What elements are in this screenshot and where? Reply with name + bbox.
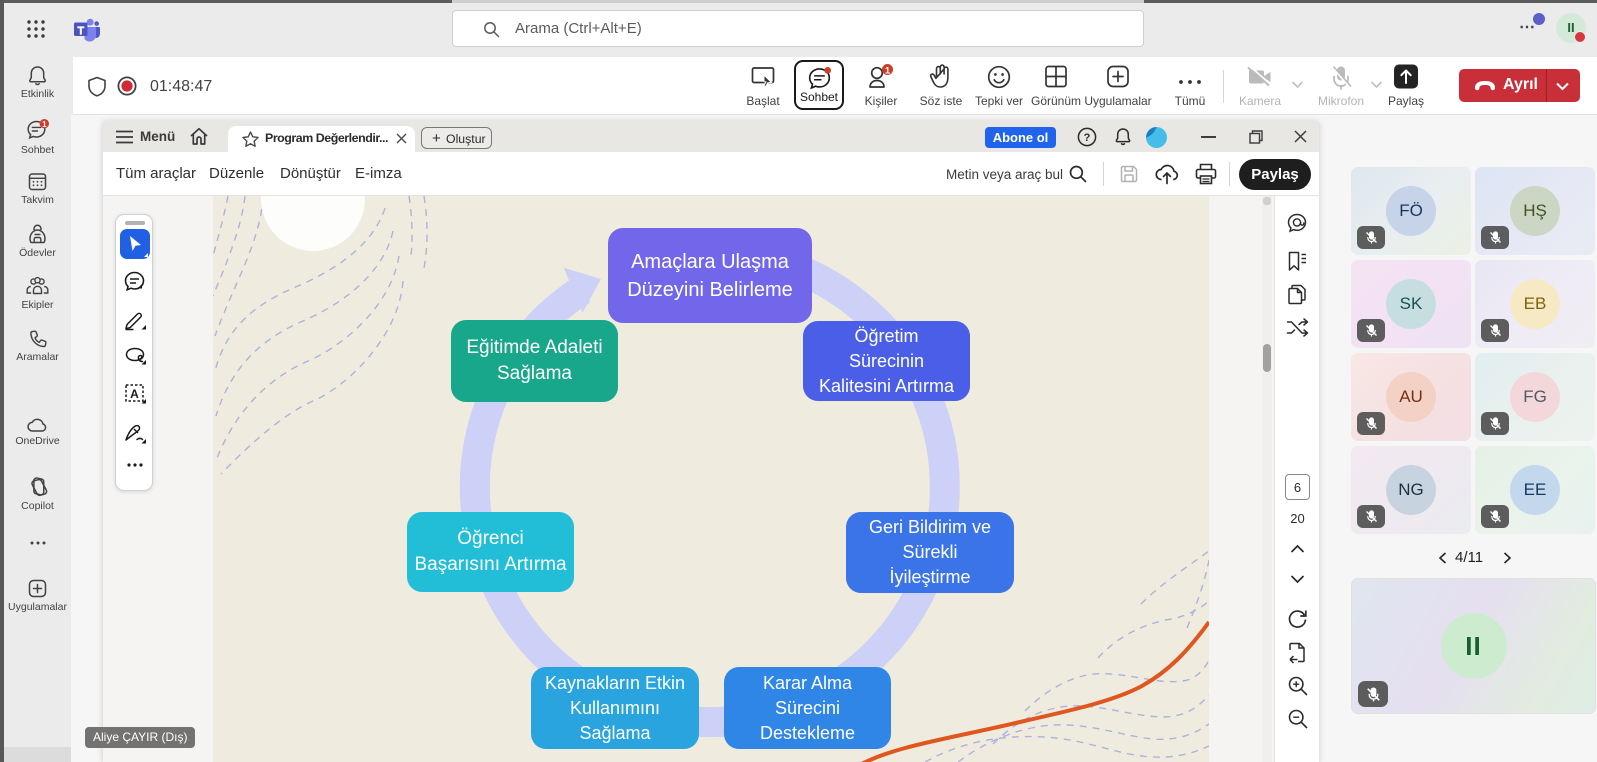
svg-text:A: A	[130, 387, 139, 401]
svg-text:?: ?	[1084, 132, 1091, 144]
svg-text:1: 1	[885, 65, 891, 76]
svg-text:1: 1	[42, 120, 47, 129]
